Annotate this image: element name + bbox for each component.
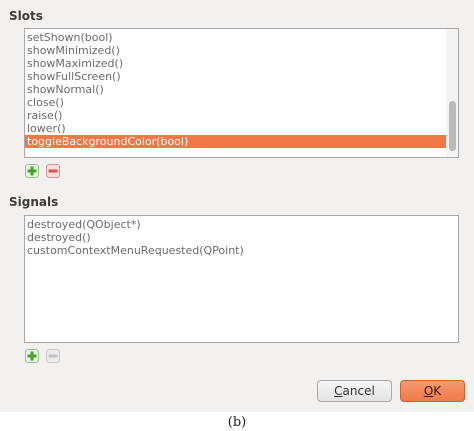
- signals-list-item[interactable]: destroyed(QObject*): [25, 218, 458, 231]
- minus-icon: [48, 169, 58, 173]
- minus-icon: [48, 354, 58, 358]
- signals-list[interactable]: destroyed(QObject*) destroyed() customCont…: [24, 215, 459, 343]
- slots-scrollbar[interactable]: [446, 29, 458, 157]
- slots-list-item[interactable]: showMinimized(): [25, 44, 446, 57]
- remove-signal-button[interactable]: [46, 349, 60, 363]
- slots-list-item[interactable]: showMaximized(): [25, 57, 446, 70]
- slots-section-title: Slots: [9, 9, 43, 23]
- slots-list-item[interactable]: showNormal(): [25, 83, 446, 96]
- add-slot-button[interactable]: [25, 164, 39, 178]
- plus-icon: [27, 351, 37, 361]
- ok-button-label: OK: [423, 384, 442, 398]
- remove-slot-button[interactable]: [46, 164, 60, 178]
- slots-list-item[interactable]: setShown(bool): [25, 31, 446, 44]
- signals-list-item[interactable]: customContextMenuRequested(QPoint): [25, 244, 458, 257]
- signals-list-item[interactable]: destroyed(): [25, 231, 458, 244]
- add-signal-button[interactable]: [25, 349, 39, 363]
- slots-list-item[interactable]: toggleBackgroundColor(bool): [25, 135, 446, 148]
- plus-icon: [27, 166, 37, 176]
- slots-list-item[interactable]: showFullScreen(): [25, 70, 446, 83]
- slots-scroll-thumb[interactable]: [449, 101, 456, 151]
- slots-list-item[interactable]: raise(): [25, 109, 446, 122]
- ok-button[interactable]: OK: [400, 380, 465, 402]
- slots-list-item[interactable]: lower(): [25, 122, 446, 135]
- slots-list-item[interactable]: close(): [25, 96, 446, 109]
- signals-section-title: Signals: [9, 195, 59, 209]
- figure-caption: (b): [227, 415, 247, 430]
- slots-list[interactable]: setShown(bool) showMinimized() showMaximiz…: [24, 28, 459, 158]
- cancel-button-label: Cancel: [334, 384, 375, 398]
- signals-slots-dialog: Slots setShown(bool) showMinimized() showM…: [0, 0, 474, 412]
- cancel-button[interactable]: Cancel: [317, 380, 392, 402]
